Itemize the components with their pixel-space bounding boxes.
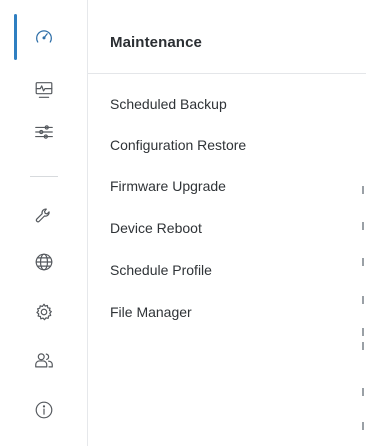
icon-sidebar [0, 0, 88, 446]
users-icon [35, 353, 53, 368]
sidebar-divider [30, 176, 58, 177]
background-text-fragment [362, 222, 364, 230]
background-text-fragment [362, 296, 364, 304]
sidebar-item-network[interactable] [20, 242, 68, 282]
info-icon [35, 401, 53, 419]
background-text-fragment [362, 186, 364, 194]
panel-title: Maintenance [110, 34, 202, 51]
sidebar-item-maintenance[interactable] [20, 196, 68, 236]
globe-icon [35, 253, 53, 271]
menu-item-firmware-upgrade[interactable]: Firmware Upgrade [110, 178, 226, 194]
menu-item-schedule-profile[interactable]: Schedule Profile [110, 262, 212, 278]
background-text-fragment [362, 388, 364, 396]
monitor-icon [35, 82, 53, 98]
active-indicator [14, 14, 17, 60]
sidebar-item-dashboard[interactable] [20, 17, 68, 57]
menu-item-file-manager[interactable]: File Manager [110, 304, 192, 320]
background-text-fragment [362, 342, 364, 350]
speedometer-icon [36, 30, 52, 43]
maintenance-flyout: Maintenance Scheduled Backup Configurati… [88, 0, 366, 446]
menu-item-configuration-restore[interactable]: Configuration Restore [110, 137, 246, 153]
panel-divider [88, 73, 366, 74]
sidebar-item-monitor[interactable] [20, 70, 68, 110]
sidebar-item-system[interactable] [20, 292, 68, 332]
wrench-icon [35, 208, 50, 223]
background-text-fragment [362, 258, 364, 266]
gear-icon [36, 303, 52, 321]
sidebar-item-users[interactable] [20, 340, 68, 380]
background-text-fragment [362, 422, 364, 430]
menu-item-device-reboot[interactable]: Device Reboot [110, 220, 202, 236]
sidebar-item-settings-sliders[interactable] [20, 112, 68, 152]
sidebar-item-about[interactable] [20, 390, 68, 430]
menu-item-scheduled-backup[interactable]: Scheduled Backup [110, 96, 227, 112]
background-text-fragment [362, 328, 364, 336]
sliders-icon [35, 125, 53, 139]
